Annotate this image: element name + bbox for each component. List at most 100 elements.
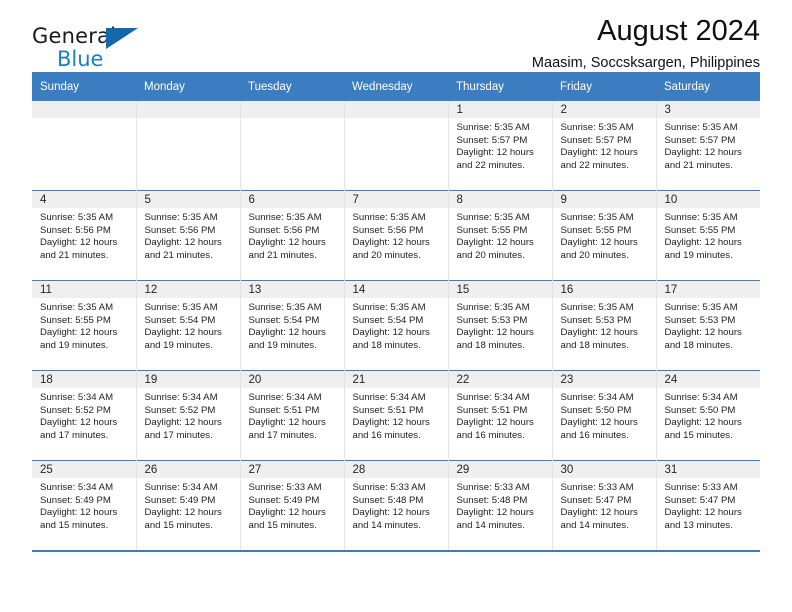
- day-details: Sunrise: 5:33 AM Sunset: 5:48 PM Daylight:…: [449, 478, 552, 532]
- day-details: Sunrise: 5:35 AM Sunset: 5:57 PM Daylight:…: [449, 118, 552, 172]
- brand-logo[interactable]: General Blue: [32, 26, 152, 70]
- daylight-duration-line1: Daylight: 12 hours: [248, 507, 326, 519]
- sunset-time: Sunset: 5:51 PM: [248, 404, 320, 416]
- day-number: 1: [448, 101, 552, 118]
- daylight-duration-line2: and 20 minutes.: [456, 249, 525, 261]
- calendar-day-cell[interactable]: 1 Sunrise: 5:35 AM Sunset: 5:57 PM Daylight…: [448, 101, 553, 191]
- calendar-day-cell[interactable]: 11 Sunrise: 5:35 AM Sunset: 5:55 PM Dayligh…: [32, 280, 137, 371]
- daylight-duration-line1: Daylight: 12 hours: [40, 237, 118, 249]
- weekday-header-saturday: Saturday: [656, 72, 760, 101]
- sunset-time: Sunset: 5:56 PM: [248, 224, 320, 236]
- calendar-day-cell[interactable]: 17 Sunrise: 5:35 AM Sunset: 5:53 PM Dayligh…: [656, 280, 760, 371]
- calendar-day-cell[interactable]: 9 Sunrise: 5:35 AM Sunset: 5:55 PM Daylight…: [552, 190, 657, 281]
- calendar-day-cell[interactable]: 7 Sunrise: 5:35 AM Sunset: 5:56 PM Daylight…: [344, 190, 449, 281]
- calendar-day-cell[interactable]: 30 Sunrise: 5:33 AM Sunset: 5:47 PM Dayligh…: [552, 460, 657, 550]
- sunset-time: Sunset: 5:51 PM: [352, 404, 424, 416]
- day-details: Sunrise: 5:35 AM Sunset: 5:55 PM Daylight:…: [553, 208, 656, 262]
- sunset-time: Sunset: 5:47 PM: [560, 494, 632, 506]
- daylight-duration-line2: and 19 minutes.: [40, 339, 109, 351]
- calendar-day-cell[interactable]: 31 Sunrise: 5:33 AM Sunset: 5:47 PM Dayligh…: [656, 460, 760, 550]
- sunset-time: Sunset: 5:55 PM: [40, 314, 111, 326]
- page-title: August 2024: [597, 15, 760, 47]
- calendar-day-cell[interactable]: 25 Sunrise: 5:34 AM Sunset: 5:49 PM Dayligh…: [32, 460, 137, 550]
- calendar-day-cell[interactable]: 10 Sunrise: 5:35 AM Sunset: 5:55 PM Dayligh…: [656, 190, 760, 281]
- day-number: [136, 101, 240, 118]
- calendar-day-cell[interactable]: 22 Sunrise: 5:34 AM Sunset: 5:51 PM Dayligh…: [448, 370, 553, 461]
- daylight-duration-line1: Daylight: 12 hours: [40, 417, 118, 429]
- sunrise-time: Sunrise: 5:35 AM: [40, 302, 114, 313]
- day-details: Sunrise: 5:35 AM Sunset: 5:53 PM Daylight:…: [553, 298, 656, 352]
- daylight-duration-line1: Daylight: 12 hours: [560, 147, 638, 159]
- sunrise-time: Sunrise: 5:35 AM: [664, 122, 738, 133]
- sunset-time: Sunset: 5:56 PM: [352, 224, 424, 236]
- daylight-duration-line2: and 17 minutes.: [40, 429, 109, 441]
- calendar-day-cell[interactable]: 29 Sunrise: 5:33 AM Sunset: 5:48 PM Dayligh…: [448, 460, 553, 550]
- page-subtitle: Maasim, Soccsksargen, Philippines: [531, 55, 760, 71]
- day-details: Sunrise: 5:33 AM Sunset: 5:49 PM Daylight:…: [241, 478, 344, 532]
- daylight-duration-line1: Daylight: 12 hours: [456, 327, 534, 339]
- calendar-day-cell[interactable]: 27 Sunrise: 5:33 AM Sunset: 5:49 PM Dayligh…: [240, 460, 345, 550]
- calendar-day-cell[interactable]: 5 Sunrise: 5:35 AM Sunset: 5:56 PM Daylight…: [136, 190, 241, 281]
- day-number: 16: [552, 281, 656, 298]
- calendar-day-cell[interactable]: 16 Sunrise: 5:35 AM Sunset: 5:53 PM Dayligh…: [552, 280, 657, 371]
- weekday-header-tuesday: Tuesday: [240, 72, 344, 101]
- day-details: Sunrise: 5:35 AM Sunset: 5:54 PM Daylight:…: [345, 298, 448, 352]
- day-number: 5: [136, 191, 240, 208]
- day-number: 7: [344, 191, 448, 208]
- sunrise-time: Sunrise: 5:34 AM: [560, 392, 634, 403]
- day-number: [32, 101, 136, 118]
- day-number: 22: [448, 371, 552, 388]
- sunrise-time: Sunrise: 5:35 AM: [352, 302, 426, 313]
- day-details: Sunrise: 5:35 AM Sunset: 5:57 PM Daylight:…: [553, 118, 656, 172]
- day-number: 28: [344, 461, 448, 478]
- sunrise-time: Sunrise: 5:35 AM: [248, 212, 322, 223]
- calendar-day-cell[interactable]: 8 Sunrise: 5:35 AM Sunset: 5:55 PM Daylight…: [448, 190, 553, 281]
- daylight-duration-line1: Daylight: 12 hours: [144, 417, 222, 429]
- calendar-day-cell[interactable]: 3 Sunrise: 5:35 AM Sunset: 5:57 PM Daylight…: [656, 101, 760, 191]
- calendar-day-cell[interactable]: 21 Sunrise: 5:34 AM Sunset: 5:51 PM Dayligh…: [344, 370, 449, 461]
- calendar-day-cell[interactable]: 13 Sunrise: 5:35 AM Sunset: 5:54 PM Dayligh…: [240, 280, 345, 371]
- sunrise-time: Sunrise: 5:33 AM: [352, 482, 426, 493]
- day-details: Sunrise: 5:34 AM Sunset: 5:52 PM Daylight:…: [137, 388, 240, 442]
- sunset-time: Sunset: 5:50 PM: [664, 404, 736, 416]
- title-block: August 2024 Maasim, Soccsksargen, Philip…: [532, 14, 760, 74]
- sunset-time: Sunset: 5:52 PM: [40, 404, 111, 416]
- calendar-day-cell-empty: [344, 101, 449, 191]
- calendar-day-cell[interactable]: 19 Sunrise: 5:34 AM Sunset: 5:52 PM Dayligh…: [136, 370, 241, 461]
- calendar-day-cell[interactable]: 14 Sunrise: 5:35 AM Sunset: 5:54 PM Dayligh…: [344, 280, 449, 371]
- day-details: Sunrise: 5:34 AM Sunset: 5:51 PM Daylight:…: [449, 388, 552, 442]
- sunrise-time: Sunrise: 5:35 AM: [248, 302, 322, 313]
- calendar-day-cell[interactable]: 4 Sunrise: 5:35 AM Sunset: 5:56 PM Daylight…: [32, 190, 137, 281]
- calendar-day-cell[interactable]: 18 Sunrise: 5:34 AM Sunset: 5:52 PM Dayligh…: [32, 370, 137, 461]
- day-details: Sunrise: 5:34 AM Sunset: 5:49 PM Daylight:…: [32, 478, 136, 532]
- calendar-day-cell[interactable]: 2 Sunrise: 5:35 AM Sunset: 5:57 PM Daylight…: [552, 101, 657, 191]
- daylight-duration-line2: and 21 minutes.: [664, 159, 733, 171]
- calendar-day-cell[interactable]: 15 Sunrise: 5:35 AM Sunset: 5:53 PM Dayligh…: [448, 280, 553, 371]
- calendar-day-cell[interactable]: 12 Sunrise: 5:35 AM Sunset: 5:54 PM Dayligh…: [136, 280, 241, 371]
- day-number: 30: [552, 461, 656, 478]
- daylight-duration-line1: Daylight: 12 hours: [352, 417, 430, 429]
- calendar-day-cell[interactable]: 23 Sunrise: 5:34 AM Sunset: 5:50 PM Dayligh…: [552, 370, 657, 461]
- calendar-day-cell[interactable]: 20 Sunrise: 5:34 AM Sunset: 5:51 PM Dayligh…: [240, 370, 345, 461]
- day-number: 9: [552, 191, 656, 208]
- calendar-week-row: 1 Sunrise: 5:35 AM Sunset: 5:57 PM Daylight…: [32, 101, 760, 191]
- calendar-day-cell[interactable]: 24 Sunrise: 5:34 AM Sunset: 5:50 PM Dayligh…: [656, 370, 760, 461]
- triangle-flag-icon: [106, 28, 138, 49]
- sunset-time: Sunset: 5:55 PM: [456, 224, 528, 236]
- sunrise-time: Sunrise: 5:33 AM: [664, 482, 738, 493]
- daylight-duration-line1: Daylight: 12 hours: [144, 507, 222, 519]
- daylight-duration-line1: Daylight: 12 hours: [560, 417, 638, 429]
- day-details: Sunrise: 5:35 AM Sunset: 5:54 PM Daylight:…: [137, 298, 240, 352]
- sunset-time: Sunset: 5:54 PM: [352, 314, 424, 326]
- day-number: 14: [344, 281, 448, 298]
- calendar-day-cell[interactable]: 26 Sunrise: 5:34 AM Sunset: 5:49 PM Dayligh…: [136, 460, 241, 550]
- calendar-day-cell[interactable]: 6 Sunrise: 5:35 AM Sunset: 5:56 PM Daylight…: [240, 190, 345, 281]
- sunrise-time: Sunrise: 5:35 AM: [456, 212, 530, 223]
- daylight-duration-line2: and 18 minutes.: [352, 339, 421, 351]
- daylight-duration-line2: and 19 minutes.: [248, 339, 317, 351]
- sunset-time: Sunset: 5:52 PM: [144, 404, 216, 416]
- daylight-duration-line2: and 19 minutes.: [664, 249, 733, 261]
- daylight-duration-line2: and 21 minutes.: [248, 249, 317, 261]
- daylight-duration-line2: and 19 minutes.: [144, 339, 213, 351]
- calendar-day-cell[interactable]: 28 Sunrise: 5:33 AM Sunset: 5:48 PM Dayligh…: [344, 460, 449, 550]
